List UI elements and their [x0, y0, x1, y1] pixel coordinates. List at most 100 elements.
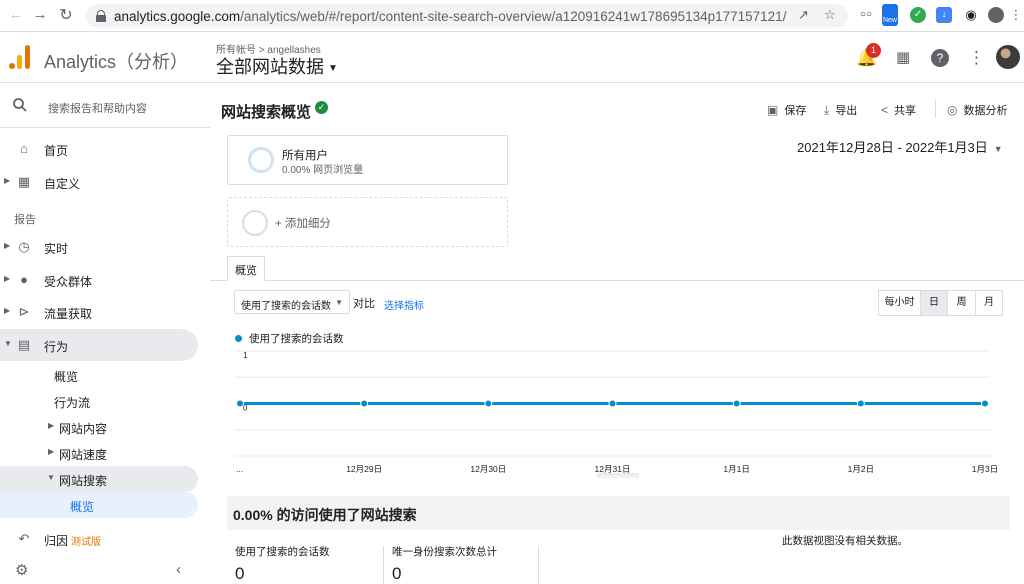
sidebar-item-customize[interactable]: ▶ ▦ 自定义: [0, 166, 210, 198]
sidebar-item-audience[interactable]: ▶ ● 受众群体: [0, 264, 210, 296]
gear-icon[interactable]: ⚙: [15, 561, 28, 579]
sidebar-footer: ⚙ ‹: [0, 558, 210, 584]
sidebar-item-realtime[interactable]: ▶ ◷ 实时: [0, 231, 210, 263]
divider: [538, 546, 539, 584]
sidebar-subitem-site-search-overview[interactable]: 概览: [0, 492, 198, 518]
date-range-picker[interactable]: 2021年12月28日 - 2022年1月3日 ▼: [797, 137, 1003, 156]
insights-button[interactable]: ◎ 数据分析: [947, 102, 1007, 118]
divider: [935, 100, 936, 118]
dashboard-icon: ▦: [17, 174, 31, 189]
forward-icon[interactable]: →: [26, 6, 54, 23]
url-host: analytics.google.com: [114, 8, 241, 24]
sidebar-item-attribution[interactable]: ↶ 归因 测试版: [0, 523, 210, 555]
save-label: 保存: [784, 105, 807, 117]
sidebar-subitem-site-search[interactable]: ▼ 网站搜索: [0, 466, 198, 492]
collapse-sidebar-icon[interactable]: ‹: [176, 561, 181, 578]
sidebar-item-label: 行为: [44, 340, 69, 354]
legend-series-label: 使用了搜索的会话数: [249, 333, 344, 345]
stat-value-unique-searches: 0: [392, 564, 402, 583]
person-icon: ●: [20, 272, 28, 287]
save-button[interactable]: ▣ 保存: [767, 102, 806, 118]
segment-all-users[interactable]: 所有用户 0.00% 网页浏览量: [227, 135, 508, 185]
data-point: [732, 399, 741, 408]
data-point: [360, 399, 369, 408]
extensions-puzzle-icon[interactable]: ◉: [963, 7, 979, 23]
data-point: [608, 399, 617, 408]
search-icon: [13, 98, 27, 112]
app-title[interactable]: Analytics（分析）: [44, 48, 188, 74]
sidebar-item-label: 归因 测试版: [44, 532, 101, 549]
sidebar: 搜索报告和帮助内容 ⌂ 首页 ▶ ▦ 自定义 报告 ▶ ◷ 实时 ▶ ● 受众群…: [0, 84, 210, 584]
metric-selector[interactable]: 使用了搜索的会话数 ▼: [234, 290, 350, 314]
summary-percent: 0.00% 的访问使用了网站搜索: [233, 507, 417, 523]
sidebar-subitem-behavior-overview[interactable]: 概览: [0, 362, 198, 388]
data-point: [484, 399, 493, 408]
extension-green-icon[interactable]: ✓: [910, 7, 926, 23]
chevron-right-icon: ▶: [4, 274, 11, 283]
address-bar[interactable]: analytics.google.com/analytics/web/#/rep…: [86, 4, 848, 28]
chevron-right-icon: ▶: [4, 241, 11, 250]
profile-icon[interactable]: [988, 7, 1004, 23]
sidebar-search[interactable]: 搜索报告和帮助内容: [0, 84, 210, 128]
share-icon: <: [881, 103, 889, 117]
share-label: 共享: [894, 105, 917, 117]
granularity-week-button[interactable]: 周: [947, 290, 976, 316]
reload-icon[interactable]: ↻: [52, 5, 80, 25]
extension-new-icon[interactable]: New: [882, 4, 898, 26]
y-tick-label: 1: [243, 351, 248, 360]
reports-section-label: 报告: [14, 214, 36, 226]
sidebar-subitem-label: 行为流: [54, 396, 91, 410]
select-metric-link[interactable]: 选择指标: [384, 297, 424, 312]
beta-badge: 测试版: [71, 537, 102, 548]
no-data-message: 此数据视图没有相关数据。: [782, 535, 908, 547]
chevron-right-icon: ▶: [4, 176, 11, 185]
sidebar-item-behavior[interactable]: ▼ ▤ 行为: [0, 329, 198, 361]
chevron-down-icon: ▼: [4, 339, 12, 348]
search-placeholder: 搜索报告和帮助内容: [48, 103, 147, 115]
attribution-label: 归因: [44, 534, 69, 548]
sidebar-item-label: 流量获取: [44, 307, 93, 321]
attribution-icon: ↶: [18, 531, 30, 546]
sidebar-item-home[interactable]: ⌂ 首页: [0, 133, 210, 165]
x-tick-label: 12月31日: [595, 464, 631, 474]
sidebar-item-acquisition[interactable]: ▶ ⊳ 流量获取: [0, 296, 210, 328]
sidebar-subitem-label: 概览: [70, 500, 95, 514]
divider: [383, 546, 384, 584]
metric-selected: 使用了搜索的会话数: [241, 301, 331, 312]
granularity-hourly-button[interactable]: 每小时: [878, 290, 921, 316]
view-selector[interactable]: 全部网站数据 ▼: [216, 53, 338, 79]
sidebar-item-label: 受众群体: [44, 275, 93, 289]
home-icon: ⌂: [20, 141, 28, 156]
add-segment-button[interactable]: + 添加细分: [227, 197, 508, 247]
apps-grid-icon[interactable]: ▦: [896, 48, 910, 66]
sidebar-subitem-site-content[interactable]: ▶ 网站内容: [0, 414, 198, 440]
sidebar-subitem-site-speed[interactable]: ▶ 网站速度: [0, 440, 198, 466]
share-page-icon[interactable]: ↗: [798, 7, 809, 23]
stat-label-unique-searches: 唯一身份搜索次数总计: [392, 546, 497, 558]
x-tick-label: 12月30日: [470, 464, 506, 474]
chevron-down-icon: ▼: [993, 144, 1003, 154]
extension-glasses-icon[interactable]: ○○: [858, 7, 874, 23]
sidebar-subitem-behavior-flow[interactable]: 行为流: [0, 388, 198, 414]
extension-download-icon[interactable]: ↓: [936, 7, 952, 23]
avatar[interactable]: [996, 45, 1020, 69]
view-name: 全部网站数据: [216, 57, 324, 77]
tab-overview[interactable]: 概览: [227, 256, 265, 281]
x-tick-label: 12月29日: [346, 464, 382, 474]
insights-label: 数据分析: [963, 105, 1008, 117]
bookmark-star-icon[interactable]: ☆: [824, 7, 836, 23]
acquisition-icon: ⊳: [18, 304, 30, 319]
add-segment-label: + 添加细分: [275, 218, 331, 230]
more-vert-icon[interactable]: ⋮: [968, 48, 985, 68]
granularity-month-button[interactable]: 月: [975, 290, 1003, 316]
help-icon[interactable]: ?: [931, 49, 949, 67]
segment-ring-icon: [248, 147, 274, 173]
lock-icon: [96, 10, 106, 22]
browser-menu-icon[interactable]: ⋮: [1008, 7, 1024, 23]
sidebar-item-label: 首页: [44, 144, 69, 158]
granularity-day-button[interactable]: 日: [920, 290, 948, 316]
export-button[interactable]: ⤓ 导出: [824, 102, 857, 118]
stat-value-search-sessions: 0: [235, 564, 245, 583]
share-button[interactable]: < 共享: [881, 102, 916, 118]
save-icon: ▣: [767, 103, 779, 117]
